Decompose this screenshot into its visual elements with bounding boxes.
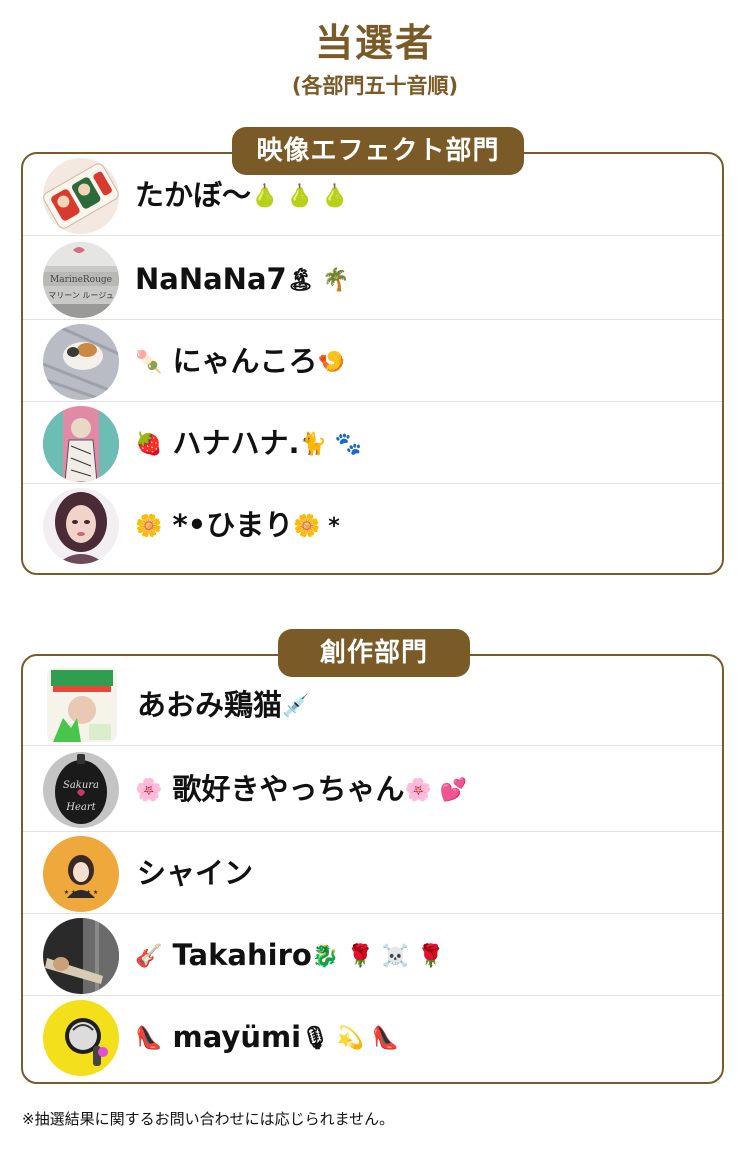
- name-suffix-emoji: 🐉 🌹 ☠️ 🌹: [311, 944, 445, 969]
- winner-name: たかぼ〜🍐 🍐 🍐: [135, 174, 349, 216]
- winner-name: 🍓 ハナハナ.🐈 🐾: [135, 422, 362, 464]
- svg-text:マリーン ルージュ: マリーン ルージュ: [48, 291, 113, 300]
- name-text: NaNaNa7: [135, 262, 287, 296]
- avatar[interactable]: MarineRouge マリーン ルージュ: [43, 242, 119, 318]
- avatar[interactable]: ★ ★ ★ ★ ★: [43, 836, 119, 912]
- winner-name: 🎸 Takahiro🐉 🌹 ☠️ 🌹: [135, 934, 444, 976]
- svg-text:Heart: Heart: [65, 802, 96, 813]
- name-text: ハナハナ.: [172, 426, 300, 460]
- avatar[interactable]: [47, 668, 117, 742]
- disclaimer-note: ※抽選結果に関するお問い合わせには応じられません。: [22, 1110, 395, 1128]
- name-text: Takahiro: [172, 938, 312, 972]
- name-prefix-emoji: 🍡: [135, 350, 163, 375]
- winner-name: 🌸 歌好きやっちゃん🌸 💕: [135, 768, 467, 810]
- winner-name: 👠 mayümi🎙 💫 👠: [135, 1016, 399, 1058]
- winner-row: 🍡 にゃんころ🍤: [23, 320, 722, 402]
- name-suffix-emoji: 🏝 🌴: [286, 268, 350, 293]
- name-text: 歌好きやっちゃん: [172, 772, 405, 806]
- avatar[interactable]: [43, 324, 119, 400]
- name-prefix-emoji: 🎸: [135, 944, 163, 969]
- winner-name: NaNaNa7🏝 🌴: [135, 258, 350, 300]
- name-text: mayümi: [172, 1020, 302, 1054]
- winner-name: シャイン: [137, 852, 253, 894]
- winner-row: 👠 mayümi🎙 💫 👠: [23, 996, 722, 1078]
- page-title: 当選者: [314, 21, 435, 65]
- name-prefix-emoji: 🍓: [135, 432, 163, 457]
- winner-row: 🎸 Takahiro🐉 🌹 ☠️ 🌹: [23, 914, 722, 996]
- name-suffix-emoji: 🍐 🍐 🍐: [251, 184, 349, 209]
- name-text: たかぼ〜: [135, 178, 252, 212]
- name-suffix-emoji: 💉: [282, 694, 310, 719]
- winner-name: 🌼 *•ひまり🌼 *: [135, 504, 340, 546]
- section-video-effect: 映像エフェクト部門 たかぼ〜🍐 🍐 🍐 MarineRouge マリーン ルージ…: [21, 127, 724, 575]
- name-text: *•ひまり: [172, 508, 294, 542]
- winner-row: ★ ★ ★ ★ ★ シャイン: [23, 832, 722, 914]
- name-text: あおみ鶏猫: [137, 688, 283, 722]
- svg-text:★ ★ ★ ★ ★: ★ ★ ★ ★ ★: [64, 889, 99, 896]
- avatar[interactable]: [43, 918, 119, 994]
- winner-row: 🌼 *•ひまり🌼 *: [23, 484, 722, 566]
- page-subtitle: (各部門五十音順): [291, 74, 459, 98]
- winner-row: Sakura Heart 🌸 歌好きやっちゃん🌸 💕: [23, 748, 722, 832]
- name-prefix-emoji: 🌼: [135, 514, 163, 539]
- name-text: にゃんころ: [172, 344, 318, 378]
- name-suffix-emoji: 🌼 *: [293, 514, 340, 539]
- avatar[interactable]: [43, 1000, 119, 1076]
- name-prefix-emoji: 🌸: [135, 778, 163, 803]
- winner-name: 🍡 にゃんころ🍤: [135, 340, 345, 382]
- name-suffix-emoji: 🎙 💫 👠: [301, 1026, 400, 1051]
- name-text: シャイン: [137, 856, 254, 890]
- section-creative: 創作部門 あおみ鶏猫💉 Sakura Heart 🌸 歌好きやっちゃん🌸 💕 ★…: [21, 629, 724, 1084]
- winner-row: MarineRouge マリーン ルージュ NaNaNa7🏝 🌴: [23, 238, 722, 320]
- svg-text:MarineRouge: MarineRouge: [50, 275, 112, 285]
- avatar[interactable]: Sakura Heart: [43, 752, 119, 828]
- avatar[interactable]: [43, 406, 119, 482]
- avatar[interactable]: [43, 158, 119, 234]
- avatar[interactable]: [43, 488, 119, 564]
- name-suffix-emoji: 🐈 🐾: [299, 432, 362, 457]
- winner-row: たかぼ〜🍐 🍐 🍐: [23, 154, 722, 236]
- name-suffix-emoji: 🍤: [317, 350, 345, 375]
- winner-row: 🍓 ハナハナ.🐈 🐾: [23, 402, 722, 484]
- name-prefix-emoji: 👠: [135, 1026, 163, 1051]
- name-suffix-emoji: 🌸 💕: [404, 778, 467, 803]
- winner-row: あおみ鶏猫💉: [23, 664, 722, 746]
- winner-name: あおみ鶏猫💉: [137, 684, 309, 726]
